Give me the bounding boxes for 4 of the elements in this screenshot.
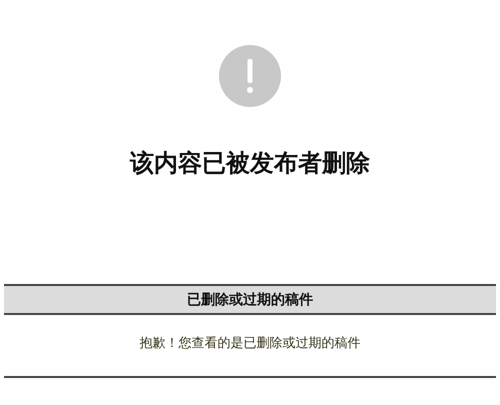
header-text: 已删除或过期的稿件 (187, 290, 313, 308)
notice-title: 该内容已被发布者删除 (130, 148, 370, 179)
alert-icon (219, 45, 281, 107)
notice-message: 抱歉！您查看的是已删除或过期的稿件 (140, 335, 360, 353)
